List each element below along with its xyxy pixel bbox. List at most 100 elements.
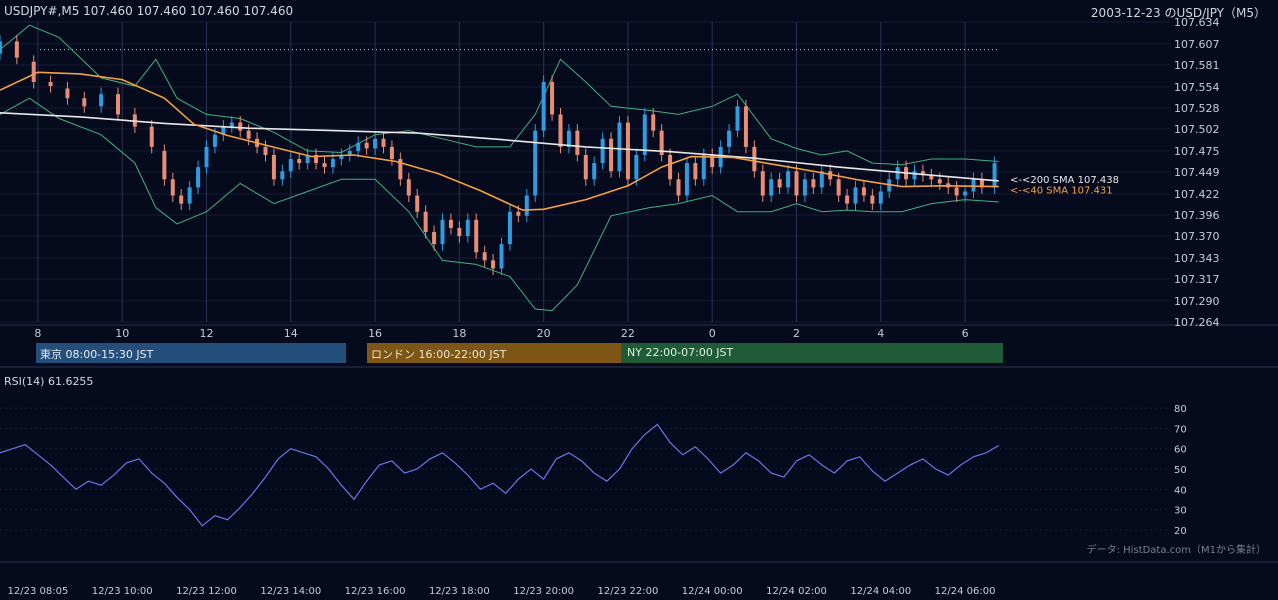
- candle-body: [550, 82, 555, 115]
- candle-body: [465, 219, 470, 237]
- rsi-line: [0, 423, 1000, 527]
- y-tick-label: 107.475: [1174, 145, 1220, 158]
- candle-body: [170, 179, 175, 196]
- x-tick-label: 12: [200, 327, 214, 340]
- rsi-y-tick: 40: [1174, 485, 1187, 496]
- rsi-x-tick: 12/24 04:00: [850, 586, 911, 597]
- candle-body: [878, 191, 883, 204]
- candle-body: [448, 219, 453, 228]
- candle-body: [288, 159, 293, 172]
- candle-body: [482, 252, 487, 261]
- y-tick-label: 107.317: [1174, 273, 1220, 286]
- session-ny-label: NY 22:00-07:00 JST: [627, 346, 734, 359]
- rsi-x-tick: 12/23 16:00: [345, 586, 406, 597]
- candle-body: [777, 179, 782, 188]
- candle-body: [845, 195, 850, 204]
- candle-body: [0, 41, 2, 54]
- y-tick-label: 107.502: [1174, 123, 1220, 136]
- rsi-title: RSI(14) 61.6255: [4, 375, 94, 388]
- y-tick-label: 107.607: [1174, 38, 1220, 51]
- candle-body: [415, 195, 420, 212]
- candle-body: [280, 171, 285, 180]
- rsi-y-tick: 20: [1174, 526, 1187, 537]
- session-tokyo-label: 東京 08:00-15:30 JST: [40, 348, 154, 361]
- rsi-y-tick: 70: [1174, 424, 1187, 435]
- candle-body: [566, 130, 571, 147]
- rsi-panel: 80 70 60 50 40 30 20 12/23 08:05 12/23 10:00 12/2…: [0, 404, 1278, 597]
- chart-canvas: <-<200 SMA 107.438<-<40 SMA 107.431 107.…: [0, 16, 1278, 597]
- candle-body: [912, 171, 917, 180]
- candle-body: [149, 126, 154, 147]
- sma200-label: <-<200 SMA 107.438: [1010, 175, 1119, 186]
- x-tick-label: 8: [34, 327, 41, 340]
- candle-body: [423, 211, 428, 232]
- session-london-label: ロンドン 16:00-22:00 JST: [371, 348, 507, 361]
- candle-body: [238, 122, 243, 131]
- candle-body: [65, 88, 70, 99]
- candle-body: [954, 187, 959, 196]
- candle-body: [583, 154, 588, 180]
- y-tick-label: 107.370: [1174, 230, 1220, 243]
- x-tick-label: 16: [368, 327, 382, 340]
- candle-body: [963, 191, 968, 196]
- x-tick-label: 4: [877, 327, 884, 340]
- sma40-label: <-<40 SMA 107.431: [1010, 186, 1113, 197]
- candle-body: [802, 179, 807, 196]
- x-tick-label: 2: [793, 327, 800, 340]
- candle-body: [625, 122, 630, 180]
- x-tick-label: 10: [115, 327, 129, 340]
- candle-body: [229, 122, 234, 127]
- rsi-x-tick: 12/23 22:00: [598, 586, 659, 597]
- candle-body: [48, 82, 53, 87]
- candle-body: [786, 171, 791, 188]
- candle-body: [196, 167, 201, 188]
- candle-body: [769, 179, 774, 196]
- candle-body: [794, 171, 799, 196]
- candle-body: [162, 150, 167, 180]
- y-tick-label: 107.264: [1174, 316, 1220, 329]
- candle-body: [389, 146, 394, 160]
- y-tick-label: 107.290: [1174, 295, 1220, 308]
- candle-body: [668, 154, 673, 180]
- candle-body: [693, 163, 698, 180]
- rsi-x-tick: 12/24 00:00: [682, 586, 743, 597]
- y-tick-label: 107.343: [1174, 252, 1220, 265]
- x-tick-label: 20: [537, 327, 551, 340]
- rsi-x-tick: 12/23 08:05: [8, 586, 69, 597]
- candle-body: [870, 195, 875, 204]
- x-tick-label: 0: [709, 327, 716, 340]
- candles: [0, 34, 997, 275]
- rsi-y-tick: 60: [1174, 445, 1187, 456]
- candle-body: [322, 163, 327, 168]
- candle-body: [179, 195, 184, 204]
- candle-body: [381, 138, 386, 147]
- candle-body: [474, 219, 479, 253]
- candle-body: [271, 154, 276, 180]
- candle-body: [116, 94, 120, 115]
- candle-body: [592, 163, 597, 180]
- session-tokyo: 東京 08:00-15:30 JST: [36, 343, 346, 363]
- y-tick-label: 107.528: [1174, 102, 1220, 115]
- candle-body: [676, 179, 681, 196]
- candle-body: [82, 98, 87, 107]
- candle-body: [356, 142, 361, 151]
- candle-body: [507, 211, 512, 245]
- candle-body: [499, 244, 504, 269]
- y-tick-label: 107.634: [1174, 16, 1220, 29]
- candle-body: [246, 130, 251, 139]
- candle-body: [31, 61, 36, 82]
- candle-body: [187, 187, 192, 204]
- candle-body: [727, 130, 732, 147]
- candle-body: [617, 122, 622, 172]
- candle-body: [609, 138, 614, 172]
- rsi-x-tick: 12/23 10:00: [92, 586, 153, 597]
- candle-body: [701, 154, 706, 180]
- candle-body: [541, 82, 546, 131]
- candle-body: [406, 179, 411, 196]
- candle-body: [760, 171, 765, 196]
- x-tick-label: 18: [452, 327, 466, 340]
- candle-body: [204, 146, 209, 168]
- x-tick-label: 6: [962, 327, 969, 340]
- candle-body: [373, 138, 378, 149]
- candle-body: [811, 179, 816, 188]
